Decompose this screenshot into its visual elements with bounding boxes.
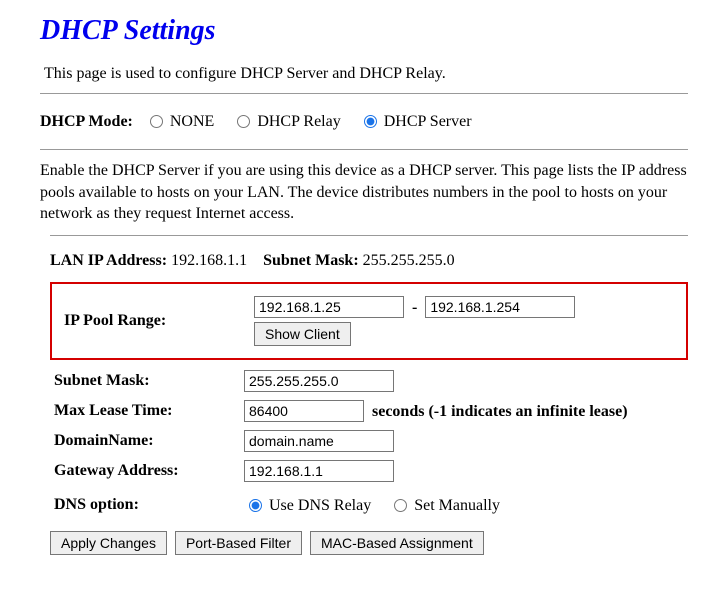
gateway-address-input[interactable] (244, 460, 394, 482)
mode-radio-none[interactable] (150, 115, 163, 128)
mode-radio-relay[interactable] (237, 115, 250, 128)
subnet-mask-label: Subnet Mask: (50, 366, 240, 396)
domain-name-input[interactable] (244, 430, 394, 452)
action-button-row: Apply Changes Port-Based Filter MAC-Base… (50, 527, 688, 559)
dhcp-mode-label: DHCP Mode: (40, 113, 133, 130)
gateway-address-label: Gateway Address: (50, 456, 240, 486)
apply-changes-button[interactable]: Apply Changes (50, 531, 167, 555)
divider (40, 149, 688, 150)
lan-mask-value: 255.255.255.0 (363, 252, 455, 269)
ip-pool-highlight: IP Pool Range: - Show Client (50, 282, 688, 360)
intro-text: This page is used to configure DHCP Serv… (44, 65, 688, 83)
dhcp-mode-row: DHCP Mode: NONE DHCP Relay DHCP Server (40, 104, 688, 139)
mode-option-none[interactable]: NONE (145, 113, 218, 130)
dns-radio-relay[interactable] (249, 499, 262, 512)
mode-option-server[interactable]: DHCP Server (359, 113, 472, 130)
mode-option-relay[interactable]: DHCP Relay (232, 113, 344, 130)
mac-based-assignment-button[interactable]: MAC-Based Assignment (310, 531, 484, 555)
dns-radio-manual[interactable] (394, 499, 407, 512)
mode-radio-none-label: NONE (170, 113, 214, 130)
lan-ip-label: LAN IP Address: (50, 252, 167, 269)
dns-radio-relay-label: Use DNS Relay (269, 497, 371, 514)
divider (40, 93, 688, 94)
dns-radio-manual-label: Set Manually (414, 497, 500, 514)
dns-option-manual[interactable]: Set Manually (389, 497, 500, 514)
divider (50, 235, 688, 236)
domain-name-label: DomainName: (50, 426, 240, 456)
max-lease-label: Max Lease Time: (50, 396, 240, 426)
port-based-filter-button[interactable]: Port-Based Filter (175, 531, 302, 555)
ip-pool-end-input[interactable] (425, 296, 575, 318)
lan-ip-value: 192.168.1.1 (171, 252, 247, 269)
mode-radio-server-label: DHCP Server (384, 113, 472, 130)
ip-pool-label: IP Pool Range: (60, 292, 250, 350)
lease-note: seconds (-1 indicates an infinite lease) (368, 403, 628, 420)
dns-option-relay[interactable]: Use DNS Relay (244, 497, 375, 514)
lan-info-line: LAN IP Address: 192.168.1.1 Subnet Mask:… (50, 246, 688, 278)
subnet-mask-input[interactable] (244, 370, 394, 392)
dash-icon: - (412, 299, 417, 316)
ip-pool-start-input[interactable] (254, 296, 404, 318)
dns-option-label: DNS option: (50, 492, 240, 519)
max-lease-input[interactable] (244, 400, 364, 422)
mode-radio-server[interactable] (364, 115, 377, 128)
show-client-button[interactable]: Show Client (254, 322, 351, 346)
mode-radio-relay-label: DHCP Relay (257, 113, 340, 130)
server-description: Enable the DHCP Server if you are using … (40, 160, 688, 225)
lan-mask-label: Subnet Mask: (263, 252, 359, 269)
page-title: DHCP Settings (40, 15, 688, 47)
